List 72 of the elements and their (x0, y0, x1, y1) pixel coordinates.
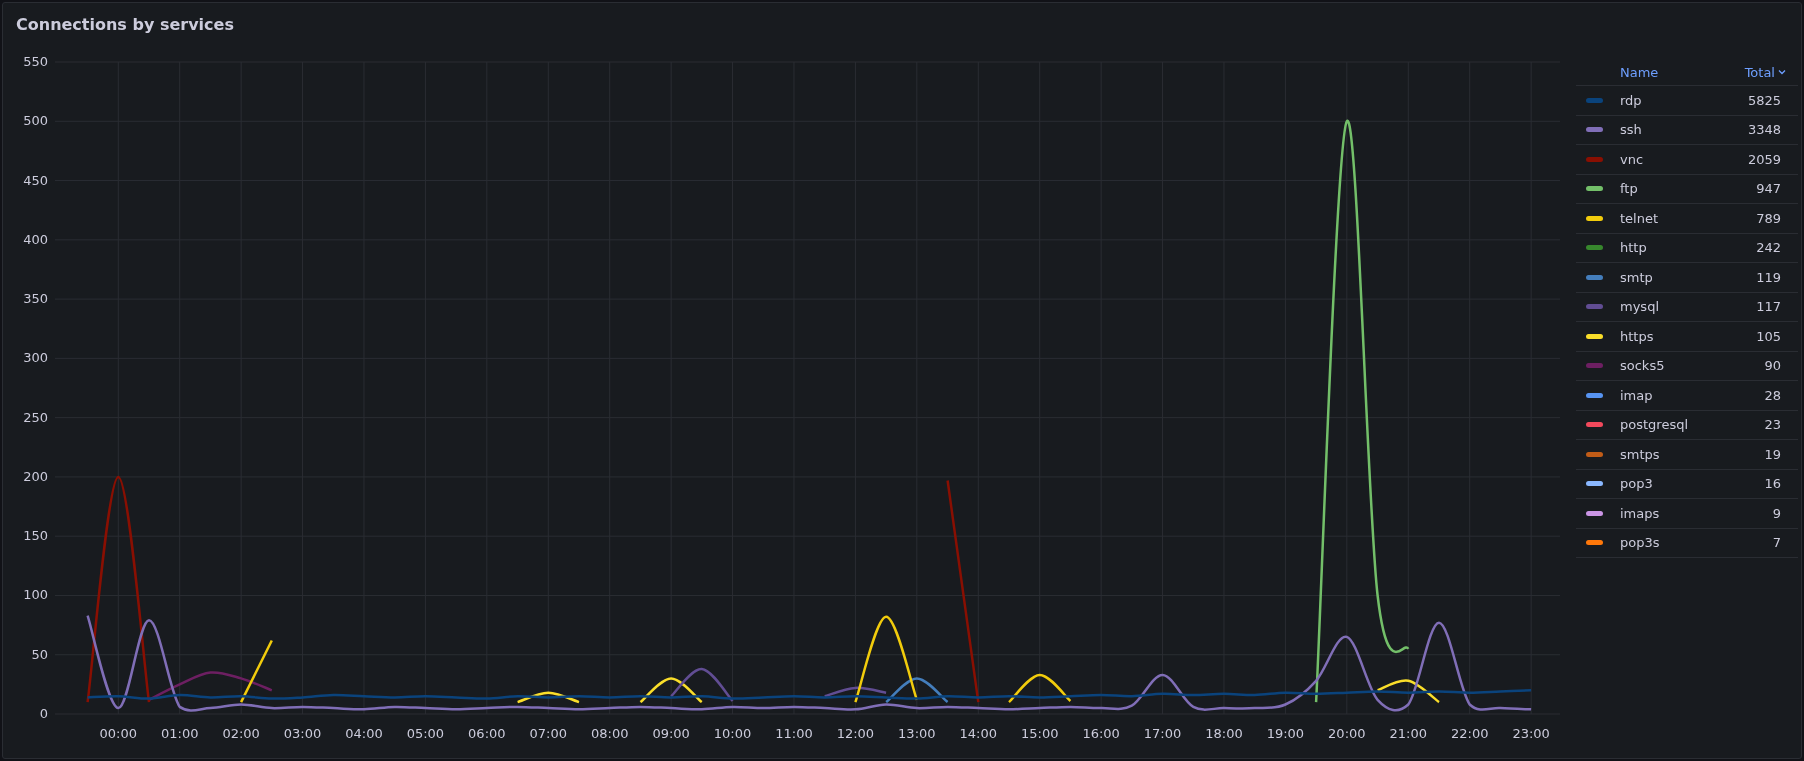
legend-total: 119 (1756, 269, 1781, 285)
axis-tick-label: 19:00 (1266, 726, 1305, 741)
legend-total: 3348 (1747, 122, 1781, 138)
legend-total: 789 (1756, 210, 1781, 226)
axis-tick-label: 08:00 (590, 726, 629, 741)
legend-name[interactable]: pop3s (1620, 535, 1773, 551)
legend-total: 28 (1764, 387, 1781, 403)
legend-name[interactable]: socks5 (1620, 358, 1765, 374)
axis-tick-label: 450 (23, 172, 48, 188)
axis-tick-label: 21:00 (1389, 726, 1427, 741)
legend-name[interactable]: postgresql (1620, 417, 1765, 433)
axis-tick-label: 09:00 (652, 726, 690, 741)
legend-total: 7 (1772, 535, 1781, 551)
chevron-down-icon[interactable] (1778, 69, 1786, 75)
legend-name[interactable]: ssh (1620, 122, 1748, 138)
legend-name[interactable]: imap (1620, 387, 1765, 403)
legend-name[interactable]: rdp (1620, 92, 1748, 108)
legend-total: 23 (1764, 417, 1781, 433)
axis-tick-label: 06:00 (468, 726, 506, 741)
legend-name[interactable]: ftp (1620, 181, 1757, 197)
axis-tick-label: 400 (23, 231, 48, 247)
axis-tick-label: 22:00 (1450, 726, 1489, 741)
legend-name[interactable]: imaps (1620, 505, 1773, 521)
axis-tick-label: 15:00 (1020, 726, 1059, 741)
legend-total: 19 (1764, 446, 1781, 462)
legend-total: 9 (1772, 505, 1781, 521)
axis-tick-label: 00:00 (99, 726, 137, 741)
axis-tick-label: 100 (23, 587, 48, 603)
legend-total: 242 (1756, 240, 1781, 256)
axis-tick-label: 17:00 (1143, 726, 1182, 741)
axis-tick-label: 04:00 (345, 726, 383, 741)
axis-tick-label: 11:00 (775, 726, 813, 741)
axis-tick-label: 20:00 (1328, 726, 1366, 741)
legend-name[interactable]: smtp (1620, 269, 1757, 285)
axis-tick-label: 300 (23, 350, 48, 366)
legend-total: 5825 (1747, 92, 1781, 108)
legend-name[interactable]: vnc (1620, 151, 1748, 167)
legend-total: 117 (1756, 299, 1781, 315)
axis-tick-label: 250 (23, 409, 48, 425)
legend-name[interactable]: pop3 (1620, 476, 1765, 492)
legend-total: 947 (1756, 181, 1781, 197)
axis-tick-label: 16:00 (1082, 726, 1120, 741)
axis-tick-label: 02:00 (222, 726, 260, 741)
axis-tick-label: 50 (31, 646, 48, 662)
legend-total: 90 (1764, 358, 1781, 374)
legend-total: 105 (1756, 328, 1781, 344)
axis-tick-label: 200 (23, 468, 48, 484)
legend-name[interactable]: http (1620, 240, 1757, 256)
axis-tick-label: 10:00 (713, 726, 752, 741)
axis-tick-label: 550 (23, 54, 48, 69)
axis-tick-label: 14:00 (959, 726, 997, 741)
legend-name[interactable]: mysql (1620, 299, 1757, 315)
panel-title: Connections by services (15, 14, 235, 36)
axis-tick-label: 23:00 (1512, 726, 1550, 741)
legend-total: 2059 (1747, 151, 1781, 167)
axis-tick-label: 13:00 (898, 726, 936, 741)
axis-tick-label: 150 (23, 528, 48, 544)
axis-tick-label: 500 (23, 113, 48, 129)
axis-tick-label: 0 (39, 706, 48, 721)
axis-tick-label: 12:00 (836, 726, 875, 741)
axis-tick-label: 05:00 (406, 726, 445, 741)
legend-total: 16 (1764, 476, 1781, 492)
axis-tick-label: 07:00 (529, 726, 567, 741)
legend-name[interactable]: telnet (1620, 210, 1757, 226)
axis-tick-label: 01:00 (160, 726, 199, 741)
axis-tick-label: 350 (23, 291, 48, 307)
legend-name[interactable]: smtps (1620, 446, 1765, 462)
axis-tick-label: 03:00 (283, 726, 322, 741)
column-header[interactable]: Total (1744, 64, 1775, 80)
column-header[interactable]: Name (1620, 64, 1745, 80)
legend-name[interactable]: https (1620, 328, 1757, 344)
axis-tick-label: 18:00 (1205, 726, 1243, 741)
